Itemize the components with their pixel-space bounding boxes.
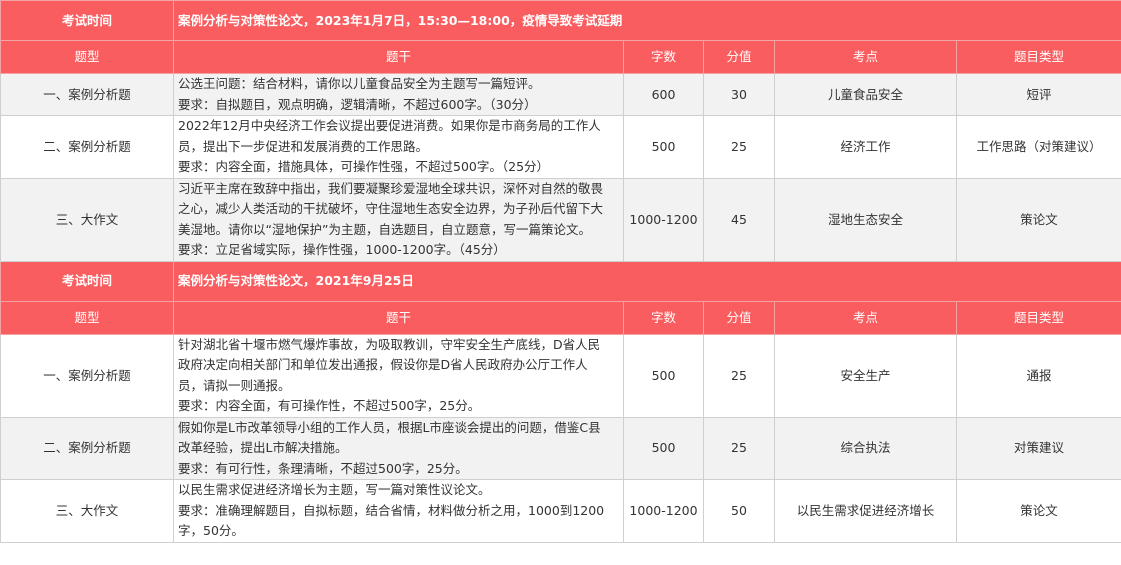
score: 25 xyxy=(703,416,775,480)
question-category: 短评 xyxy=(955,73,1121,116)
score: 25 xyxy=(703,115,775,179)
question-type: 二、案例分析题 xyxy=(0,416,174,480)
table-row: 二、案例分析题 2022年12月中央经济工作会议提出要促进消费。如果你是市商务局… xyxy=(0,115,1121,179)
col-header-type: 题型 xyxy=(0,40,174,74)
stem-line: 习近平主席在致辞中指出，我们要凝聚珍爱湿地全球共识，深怀对自然的敬畏 xyxy=(178,180,604,196)
question-category: 通报 xyxy=(955,333,1121,418)
word-count: 500 xyxy=(623,115,704,179)
word-count: 500 xyxy=(623,416,704,480)
exam-time-label: 考试时间 xyxy=(0,260,174,302)
question-stem: 假如你是L市改革领导小组的工作人员，根据L市座谈会提出的问题，借鉴C县 改革经验… xyxy=(173,416,624,480)
col-header-category: 题目类型 xyxy=(955,40,1121,74)
exam-point: 经济工作 xyxy=(774,115,957,179)
section-header-row: 考试时间 案例分析与对策性论文，2023年1月7日，15:30—18:00，疫情… xyxy=(0,0,1121,41)
stem-line: 员，提出下一步促进和发展消费的工作思路。 xyxy=(178,138,429,154)
stem-line: 要求：有可行性，条理清晰，不超过500字，25分。 xyxy=(178,460,468,476)
question-stem: 2022年12月中央经济工作会议提出要促进消费。如果你是市商务局的工作人 员，提… xyxy=(173,115,624,179)
question-type: 一、案例分析题 xyxy=(0,333,174,418)
col-header-category: 题目类型 xyxy=(955,300,1121,335)
exam-point: 综合执法 xyxy=(774,416,957,480)
exam-point: 儿童食品安全 xyxy=(774,73,957,116)
score: 25 xyxy=(703,333,775,418)
question-stem: 针对湖北省十堰市燃气爆炸事故，为吸取教训，守牢安全生产底线，D省人民 政府决定向… xyxy=(173,333,624,418)
question-type: 三、大作文 xyxy=(0,479,174,543)
question-type: 一、案例分析题 xyxy=(0,73,174,116)
word-count: 1000-1200 xyxy=(623,479,704,543)
question-type: 三、大作文 xyxy=(0,177,174,262)
score: 45 xyxy=(703,177,775,262)
exam-point: 以民生需求促进经济增长 xyxy=(774,479,957,543)
stem-line: 字，50分。 xyxy=(178,523,244,538)
question-category: 对策建议 xyxy=(955,416,1121,480)
question-category: 策论文 xyxy=(955,479,1121,543)
score: 30 xyxy=(703,73,775,116)
stem-line: 要求：内容全面，措施具体，可操作性强，不超过500字。（25分） xyxy=(178,159,550,174)
stem-line: 美湿地。请你以“湿地保护”为主题，自选题目，自立题意，写一篇策论文。 xyxy=(178,221,591,237)
col-header-stem: 题干 xyxy=(173,40,624,74)
col-header-score: 分值 xyxy=(703,40,775,74)
stem-line: 改革经验，提出L市解决措施。 xyxy=(178,440,348,455)
column-header-row: 题型 题干 字数 分值 考点 题目类型 xyxy=(0,40,1121,74)
word-count: 500 xyxy=(623,333,704,418)
exam-table: 考试时间 案例分析与对策性论文，2023年1月7日，15:30—18:00，疫情… xyxy=(0,0,1121,543)
question-stem: 公选王问题：结合材料，请你以儿童食品安全为主题写一篇短评。 要求：自拟题目，观点… xyxy=(173,73,624,116)
word-count: 1000-1200 xyxy=(623,177,704,262)
col-header-point: 考点 xyxy=(774,300,957,335)
col-header-stem: 题干 xyxy=(173,300,624,335)
question-category: 策论文 xyxy=(955,177,1121,262)
stem-line: 员，请拟一则通报。 xyxy=(178,377,291,393)
stem-line: 要求：自拟题目，观点明确，逻辑清晰，不超过600字。（30分） xyxy=(178,96,537,112)
exam-time-label: 考试时间 xyxy=(0,0,174,41)
column-header-row: 题型 题干 字数 分值 考点 题目类型 xyxy=(0,300,1121,335)
stem-line: 要求：准确理解题目，自拟标题，结合省情，材料做分析之用，1000到1200 xyxy=(178,502,605,518)
table-row: 一、案例分析题 公选王问题：结合材料，请你以儿童食品安全为主题写一篇短评。 要求… xyxy=(0,73,1121,116)
table-row: 二、案例分析题 假如你是L市改革领导小组的工作人员，根据L市座谈会提出的问题，借… xyxy=(0,416,1121,480)
stem-line: 假如你是L市改革领导小组的工作人员，根据L市座谈会提出的问题，借鉴C县 xyxy=(178,419,601,435)
score: 50 xyxy=(703,479,775,543)
table-row: 一、案例分析题 针对湖北省十堰市燃气爆炸事故，为吸取教训，守牢安全生产底线，D省… xyxy=(0,333,1121,418)
table-row: 三、大作文 以民生需求促进经济增长为主题，写一篇对策性议论文。 要求：准确理解题… xyxy=(0,479,1121,543)
col-header-type: 题型 xyxy=(0,300,174,335)
exam-time-value: 案例分析与对策性论文，2023年1月7日，15:30—18:00，疫情导致考试延… xyxy=(172,0,1121,41)
exam-point: 安全生产 xyxy=(774,333,957,418)
col-header-words: 字数 xyxy=(623,40,704,74)
word-count: 600 xyxy=(623,73,704,116)
col-header-words: 字数 xyxy=(623,300,704,335)
stem-line: 针对湖北省十堰市燃气爆炸事故，为吸取教训，守牢安全生产底线，D省人民 xyxy=(178,336,601,352)
exam-time-value: 案例分析与对策性论文，2021年9月25日 xyxy=(172,260,1121,302)
question-type: 二、案例分析题 xyxy=(0,115,174,179)
stem-line: 公选王问题：结合材料，请你以儿童食品安全为主题写一篇短评。 xyxy=(178,76,541,91)
stem-line: 要求：内容全面，有可操作性，不超过500字，25分。 xyxy=(178,398,481,413)
section-header-row: 考试时间 案例分析与对策性论文，2021年9月25日 xyxy=(0,260,1121,302)
question-stem: 以民生需求促进经济增长为主题，写一篇对策性议论文。 要求：准确理解题目，自拟标题… xyxy=(173,479,624,543)
stem-line: 政府决定向相关部门和单位发出通报，假设你是D省人民政府办公厅工作人 xyxy=(178,357,588,372)
stem-line: 以民生需求促进经济增长为主题，写一篇对策性议论文。 xyxy=(178,482,491,497)
question-category: 工作思路（对策建议） xyxy=(955,115,1121,179)
col-header-score: 分值 xyxy=(703,300,775,335)
table-row: 三、大作文 习近平主席在致辞中指出，我们要凝聚珍爱湿地全球共识，深怀对自然的敬畏… xyxy=(0,177,1121,262)
exam-point: 湿地生态安全 xyxy=(774,177,957,262)
col-header-point: 考点 xyxy=(774,40,957,74)
stem-line: 要求：立足省域实际，操作性强，1000-1200字。（45分） xyxy=(178,242,506,257)
stem-line: 之心，减少人类活动的干扰破坏，守住湿地生态安全边界，为子孙后代留下大 xyxy=(178,201,604,216)
question-stem: 习近平主席在致辞中指出，我们要凝聚珍爱湿地全球共识，深怀对自然的敬畏 之心，减少… xyxy=(173,177,624,262)
stem-line: 2022年12月中央经济工作会议提出要促进消费。如果你是市商务局的工作人 xyxy=(178,118,601,133)
